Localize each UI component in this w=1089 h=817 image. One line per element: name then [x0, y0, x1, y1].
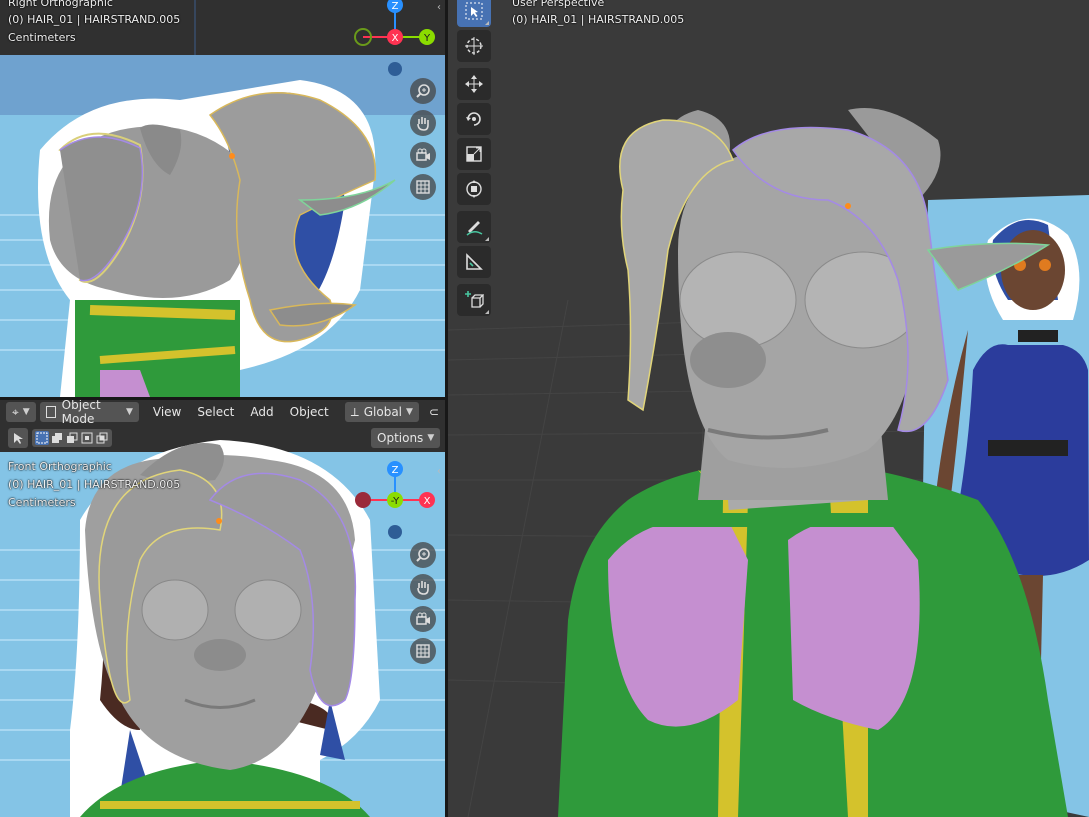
gizmo-right-label: Y — [423, 33, 431, 44]
grid-icon[interactable] — [410, 638, 436, 664]
grid-icon[interactable] — [410, 174, 436, 200]
select-tool-icon[interactable] — [8, 428, 28, 448]
gizmo-top-label: Z — [392, 1, 399, 12]
options-label: Options — [377, 431, 424, 445]
tool-settings-bar: Options ▼ — [0, 426, 445, 450]
viewport-scene — [448, 0, 1089, 817]
navigation-gizmo[interactable]: Z Y X — [350, 0, 440, 80]
scale-icon[interactable] — [457, 138, 491, 170]
select-extend-icon[interactable] — [50, 431, 64, 445]
gizmo-neg-z[interactable] — [388, 62, 402, 76]
select-new-icon[interactable] — [35, 431, 49, 445]
corner-arrow-icon[interactable]: ‹ — [437, 2, 441, 13]
cursor-icon[interactable] — [457, 30, 491, 62]
toolbar — [457, 0, 491, 316]
units-label: Centimeters — [8, 31, 76, 44]
select-invert-icon[interactable] — [80, 431, 94, 445]
orientation-label: Global — [363, 405, 403, 419]
link-icon[interactable]: ⊂ — [423, 402, 445, 422]
transform-orientation-selector[interactable]: ⟂ Global ▼ — [344, 402, 419, 422]
annotate-icon[interactable] — [457, 211, 491, 243]
hand-pan-icon[interactable] — [410, 110, 436, 136]
gizmo-center-label: -Y — [391, 496, 400, 507]
editor-type-selector[interactable]: ⌖ ▼ — [6, 402, 36, 422]
viewport-user-perspective[interactable]: User Perspective (0) HAIR_01 | HAIRSTRAN… — [448, 0, 1089, 817]
menu-add[interactable]: Add — [244, 402, 279, 422]
object-info-label: (0) HAIR_01 | HAIRSTRAND.005 — [8, 478, 181, 491]
camera-icon[interactable] — [410, 606, 436, 632]
view-name-label: Front Orthographic — [8, 460, 112, 473]
gizmo-top-label: Z — [392, 465, 399, 476]
zoom-icon[interactable] — [410, 78, 436, 104]
gizmo-center-label: X — [392, 33, 399, 44]
menu-view[interactable]: View — [147, 402, 187, 422]
options-dropdown[interactable]: Options ▼ — [371, 428, 441, 448]
mode-label: Object Mode — [61, 400, 101, 426]
chevron-down-icon: ▼ — [22, 407, 30, 417]
gizmo-right-label: X — [424, 496, 431, 507]
hand-pan-icon[interactable] — [410, 574, 436, 600]
measure-icon[interactable] — [457, 246, 491, 278]
editor-type-icon: ⌖ — [12, 404, 19, 419]
menu-object[interactable]: Object — [284, 402, 335, 422]
menu-select[interactable]: Select — [191, 402, 240, 422]
gizmo-neg-x[interactable] — [355, 492, 371, 508]
chevron-down-icon: ▼ — [125, 407, 133, 417]
select-subtract-icon[interactable] — [65, 431, 79, 445]
move-icon[interactable] — [457, 68, 491, 100]
corner-arrow-icon[interactable]: ‹ — [437, 466, 441, 477]
zoom-icon[interactable] — [410, 542, 436, 568]
select-box-icon[interactable] — [457, 0, 491, 27]
object-mode-icon — [45, 406, 56, 418]
add-cube-icon[interactable] — [457, 284, 491, 316]
transform-icon[interactable] — [457, 173, 491, 205]
viewport-header: ⌖ ▼ Object Mode ▼ View Select Add Object … — [0, 400, 445, 426]
navigation-controls — [410, 542, 436, 664]
selection-mode-group — [32, 429, 112, 447]
chevron-down-icon: ▼ — [406, 407, 413, 417]
object-info-label: (0) HAIR_01 | HAIRSTRAND.005 — [512, 13, 685, 26]
gizmo-neg-z[interactable] — [388, 525, 402, 539]
navigation-controls — [410, 78, 436, 200]
chevron-down-icon: ▼ — [427, 433, 435, 443]
mode-selector[interactable]: Object Mode ▼ — [39, 400, 139, 426]
object-info-label: (0) HAIR_01 | HAIRSTRAND.005 — [8, 13, 181, 26]
navigation-gizmo[interactable]: Z X -Y — [350, 460, 440, 542]
viewport-front-orthographic[interactable]: ⌖ ▼ Object Mode ▼ View Select Add Object … — [0, 400, 445, 817]
camera-icon[interactable] — [410, 142, 436, 168]
rotate-icon[interactable] — [457, 103, 491, 135]
units-label: Centimeters — [8, 496, 76, 509]
select-intersect-icon[interactable] — [95, 431, 109, 445]
viewport-right-orthographic[interactable]: Right Orthographic (0) HAIR_01 | HAIRSTR… — [0, 0, 445, 397]
orientation-icon: ⟂ — [350, 404, 359, 419]
